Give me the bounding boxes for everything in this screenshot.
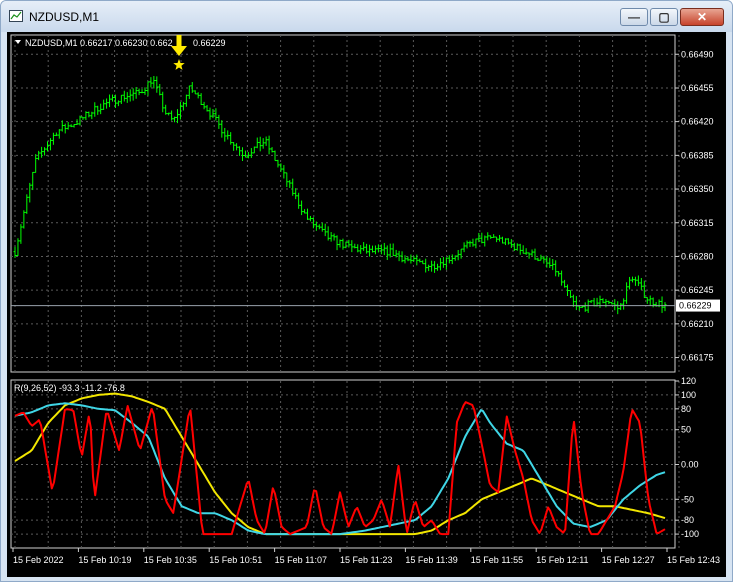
price-axis-label: 0.66315 bbox=[681, 218, 714, 228]
time-axis-label: 15 Feb 11:55 bbox=[471, 555, 523, 565]
current-price-label: 0.66229 bbox=[679, 301, 712, 311]
price-axis-label: 0.66350 bbox=[681, 184, 714, 194]
time-axis-label: 15 Feb 12:43 bbox=[667, 555, 720, 565]
indicator-axis-label: -50 bbox=[681, 494, 694, 504]
time-axis-label: 15 Feb 10:19 bbox=[78, 555, 131, 565]
indicator-axis-label: 80 bbox=[681, 404, 691, 414]
price-axis-label: 0.66385 bbox=[681, 150, 714, 160]
price-axis-label: 0.66175 bbox=[681, 353, 714, 363]
time-axis-label: 15 Feb 11:07 bbox=[275, 555, 327, 565]
window-title: NZDUSD,M1 bbox=[29, 10, 100, 24]
chart-canvas[interactable]: 0.66490 0.66455 0.66420 0.66385 0.66350 0.663… bbox=[7, 32, 726, 577]
indicator-axis-label: -80 bbox=[681, 515, 694, 525]
time-axis-label: 15 Feb 12:27 bbox=[602, 555, 655, 565]
mt4-chart-window: NZDUSD,M1 — ▢ ✕ 0.66490 0.66455 0.66420 0.6… bbox=[0, 0, 733, 582]
indicator-axis-label: 0.00 bbox=[681, 460, 699, 470]
collapse-triangle-icon[interactable] bbox=[15, 40, 21, 44]
time-axis-label: 15 Feb 11:23 bbox=[340, 555, 392, 565]
title-bar[interactable]: NZDUSD,M1 — ▢ ✕ bbox=[1, 1, 732, 32]
price-axis-label: 0.66490 bbox=[681, 49, 714, 59]
oscillator-fast-line bbox=[14, 401, 666, 536]
main-chart-border bbox=[10, 34, 676, 373]
price-axis-label: 0.66210 bbox=[681, 319, 714, 329]
indicator-axis-label: -100 bbox=[681, 529, 699, 539]
time-axis-label: 15 Feb 10:51 bbox=[209, 555, 262, 565]
oscillator-slow-line bbox=[14, 392, 666, 536]
time-axis-label: 15 Feb 10:35 bbox=[144, 555, 197, 565]
down-arrow-head-icon bbox=[171, 46, 187, 56]
close-button[interactable]: ✕ bbox=[680, 8, 724, 26]
maximize-icon: ▢ bbox=[658, 10, 670, 24]
price-axis-label: 0.66455 bbox=[681, 83, 714, 93]
indicator-header: R(9,26,52) -93.3 -11.2 -76.8 bbox=[14, 383, 125, 393]
maximize-button[interactable]: ▢ bbox=[650, 8, 678, 26]
time-axis-label: 15 Feb 11:39 bbox=[405, 555, 457, 565]
chart-window-icon bbox=[9, 10, 23, 22]
star-marker-icon bbox=[173, 59, 185, 70]
indicator-axis-label: 50 bbox=[681, 425, 691, 435]
time-axis-label: 15 Feb 12:11 bbox=[536, 555, 588, 565]
chart-area[interactable]: 0.66490 0.66455 0.66420 0.66385 0.66350 0.663… bbox=[7, 32, 726, 577]
minimize-icon: — bbox=[628, 10, 640, 24]
indicator-axis-label: 100 bbox=[681, 390, 696, 400]
main-chart-header: NZDUSD,M1 0.66217 0.66230 0.662 bbox=[25, 38, 173, 48]
close-icon: ✕ bbox=[696, 10, 708, 24]
price-axis-label: 0.66245 bbox=[681, 285, 714, 295]
price-axis-label: 0.66280 bbox=[681, 251, 714, 261]
time-axis-label: 15 Feb 2022 bbox=[13, 555, 64, 565]
minimize-button[interactable]: — bbox=[620, 8, 648, 26]
oscillator-medium-line bbox=[14, 402, 666, 536]
indicator-axis-label: 120 bbox=[681, 376, 696, 386]
price-axis-label: 0.66420 bbox=[681, 117, 714, 127]
main-chart-header-tail: 0.66229 bbox=[193, 38, 226, 48]
window-controls: — ▢ ✕ bbox=[618, 8, 724, 28]
indicator-border bbox=[10, 379, 676, 549]
